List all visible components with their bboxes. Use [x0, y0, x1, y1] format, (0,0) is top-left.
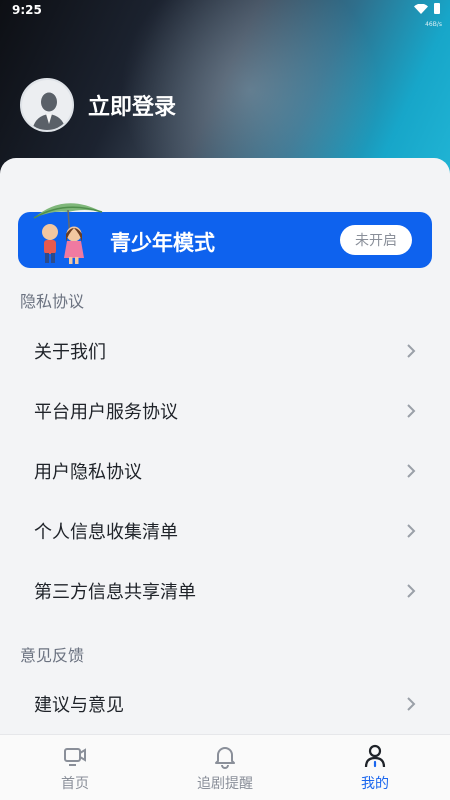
menu-item-privacy-agreement[interactable]: 用户隐私协议 — [0, 441, 450, 501]
youth-mode-status-button[interactable]: 未开启 — [340, 225, 412, 255]
menu-item-service-agreement[interactable]: 平台用户服务协议 — [0, 381, 450, 441]
chevron-right-icon — [407, 584, 416, 598]
youth-mode-title: 青少年模式 — [110, 231, 215, 255]
children-umbrella-icon — [33, 203, 103, 264]
chevron-right-icon — [407, 464, 416, 478]
tv-icon — [64, 748, 86, 766]
chevron-right-icon — [407, 344, 416, 358]
bottom-tab-bar: 首页 追剧提醒 我的 — [0, 734, 450, 800]
tab-label: 首页 — [61, 776, 89, 792]
tab-mine[interactable]: 我的 — [320, 743, 430, 793]
menu-item-label: 个人信息收集清单 — [34, 522, 178, 543]
menu-item-third-party-sharing[interactable]: 第三方信息共享清单 — [0, 561, 450, 621]
status-time: 9:25 — [12, 3, 42, 17]
tab-drama-reminder[interactable]: 追剧提醒 — [170, 743, 280, 793]
user-icon — [364, 744, 386, 768]
menu-item-label: 平台用户服务协议 — [34, 402, 178, 423]
content-sheet: 青少年模式 未开启 隐私协议 关于我们 平台用户服务协议 用户隐私协议 个人信息… — [0, 158, 450, 800]
tab-label: 我的 — [361, 776, 389, 792]
battery-icon — [434, 3, 440, 14]
status-bar: 9:25 46B/s — [0, 0, 450, 28]
status-icons — [414, 3, 440, 14]
menu-item-label: 建议与意见 — [34, 695, 124, 716]
menu-item-personal-info-list[interactable]: 个人信息收集清单 — [0, 501, 450, 561]
menu-item-label: 第三方信息共享清单 — [34, 582, 196, 603]
tab-home[interactable]: 首页 — [20, 743, 130, 793]
login-button[interactable]: 立即登录 — [88, 89, 176, 121]
menu-item-about-us[interactable]: 关于我们 — [0, 321, 450, 381]
feedback-section-title: 意见反馈 — [20, 646, 85, 665]
avatar[interactable] — [20, 78, 74, 132]
network-speed: 46B/s — [425, 21, 442, 28]
chevron-right-icon — [407, 697, 416, 711]
default-avatar-icon — [22, 80, 72, 130]
menu-item-suggestions[interactable]: 建议与意见 — [0, 674, 450, 734]
login-area[interactable]: 立即登录 — [20, 78, 176, 132]
privacy-section-title: 隐私协议 — [20, 292, 85, 311]
menu-item-label: 关于我们 — [34, 342, 106, 363]
menu-item-label: 用户隐私协议 — [34, 462, 142, 483]
wifi-icon — [414, 3, 428, 14]
tab-label: 追剧提醒 — [197, 776, 253, 792]
youth-mode-banner[interactable]: 青少年模式 未开启 — [18, 203, 432, 268]
chevron-right-icon — [407, 524, 416, 538]
bell-icon — [215, 747, 235, 769]
chevron-right-icon — [407, 404, 416, 418]
